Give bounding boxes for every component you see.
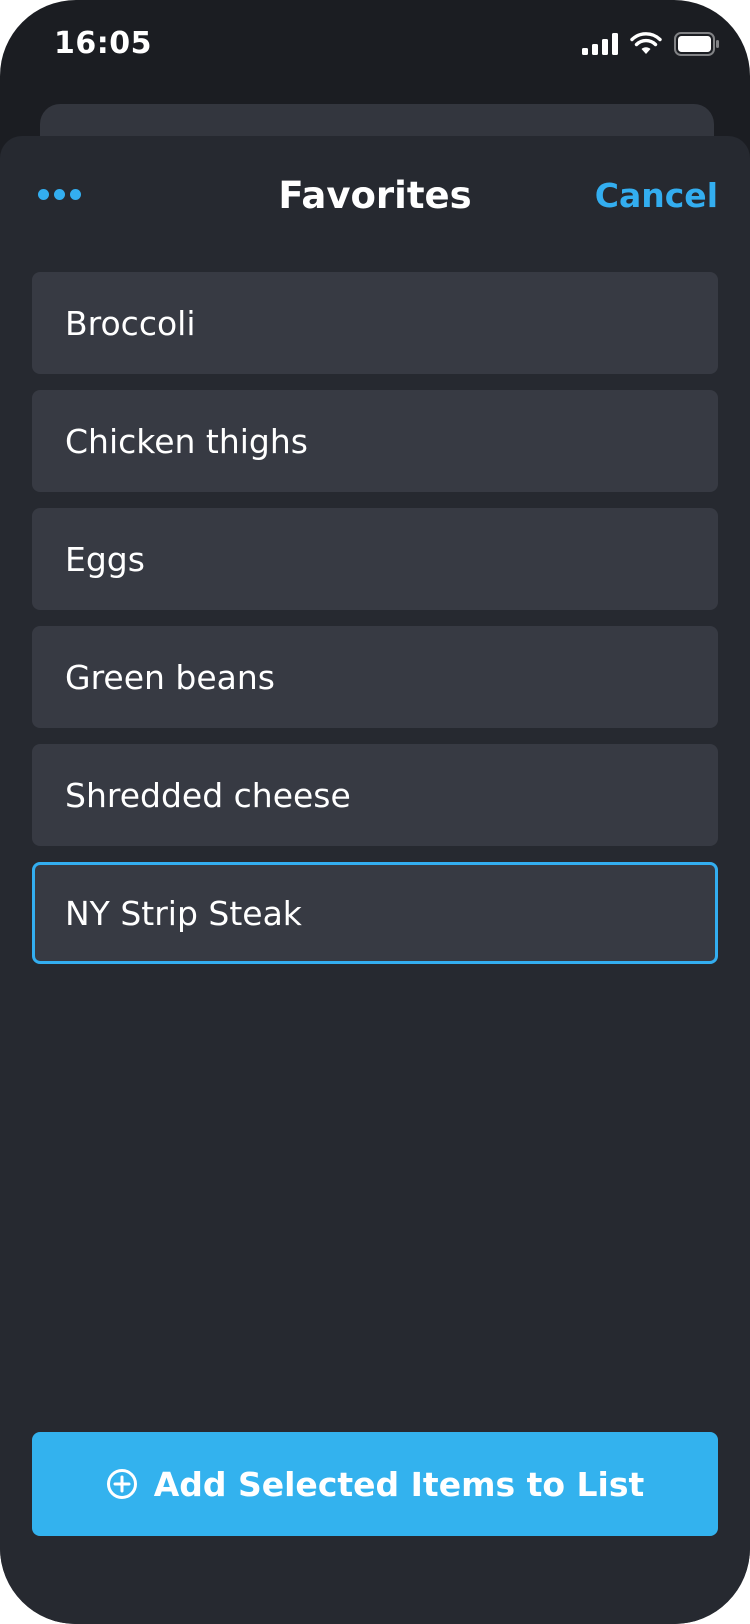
favorite-item-chicken-thighs[interactable]: Chicken thighs xyxy=(32,390,718,492)
status-bar: 16:05 xyxy=(0,0,750,96)
phone-screen: 16:05 Favorites Cancel Broccoli Chicken … xyxy=(0,0,750,1624)
favorite-item-shredded-cheese[interactable]: Shredded cheese xyxy=(32,744,718,846)
cancel-button[interactable]: Cancel xyxy=(595,176,718,215)
favorites-sheet: Favorites Cancel Broccoli Chicken thighs… xyxy=(0,136,750,1624)
wifi-icon xyxy=(630,32,662,54)
nav-bar: Favorites Cancel xyxy=(0,136,750,256)
status-time: 16:05 xyxy=(54,26,152,61)
favorite-item-green-beans[interactable]: Green beans xyxy=(32,626,718,728)
add-selected-items-label: Add Selected Items to List xyxy=(153,1464,645,1504)
status-icons xyxy=(582,32,720,56)
signal-icon xyxy=(582,33,618,55)
favorites-list: Broccoli Chicken thighs Eggs Green beans… xyxy=(32,272,718,964)
add-selected-items-button[interactable]: Add Selected Items to List xyxy=(32,1432,718,1536)
favorite-item-broccoli[interactable]: Broccoli xyxy=(32,272,718,374)
favorite-item-eggs[interactable]: Eggs xyxy=(32,508,718,610)
favorite-item-ny-strip-steak[interactable]: NY Strip Steak xyxy=(32,862,718,964)
battery-icon xyxy=(674,32,719,56)
add-circle-icon xyxy=(106,1469,137,1499)
